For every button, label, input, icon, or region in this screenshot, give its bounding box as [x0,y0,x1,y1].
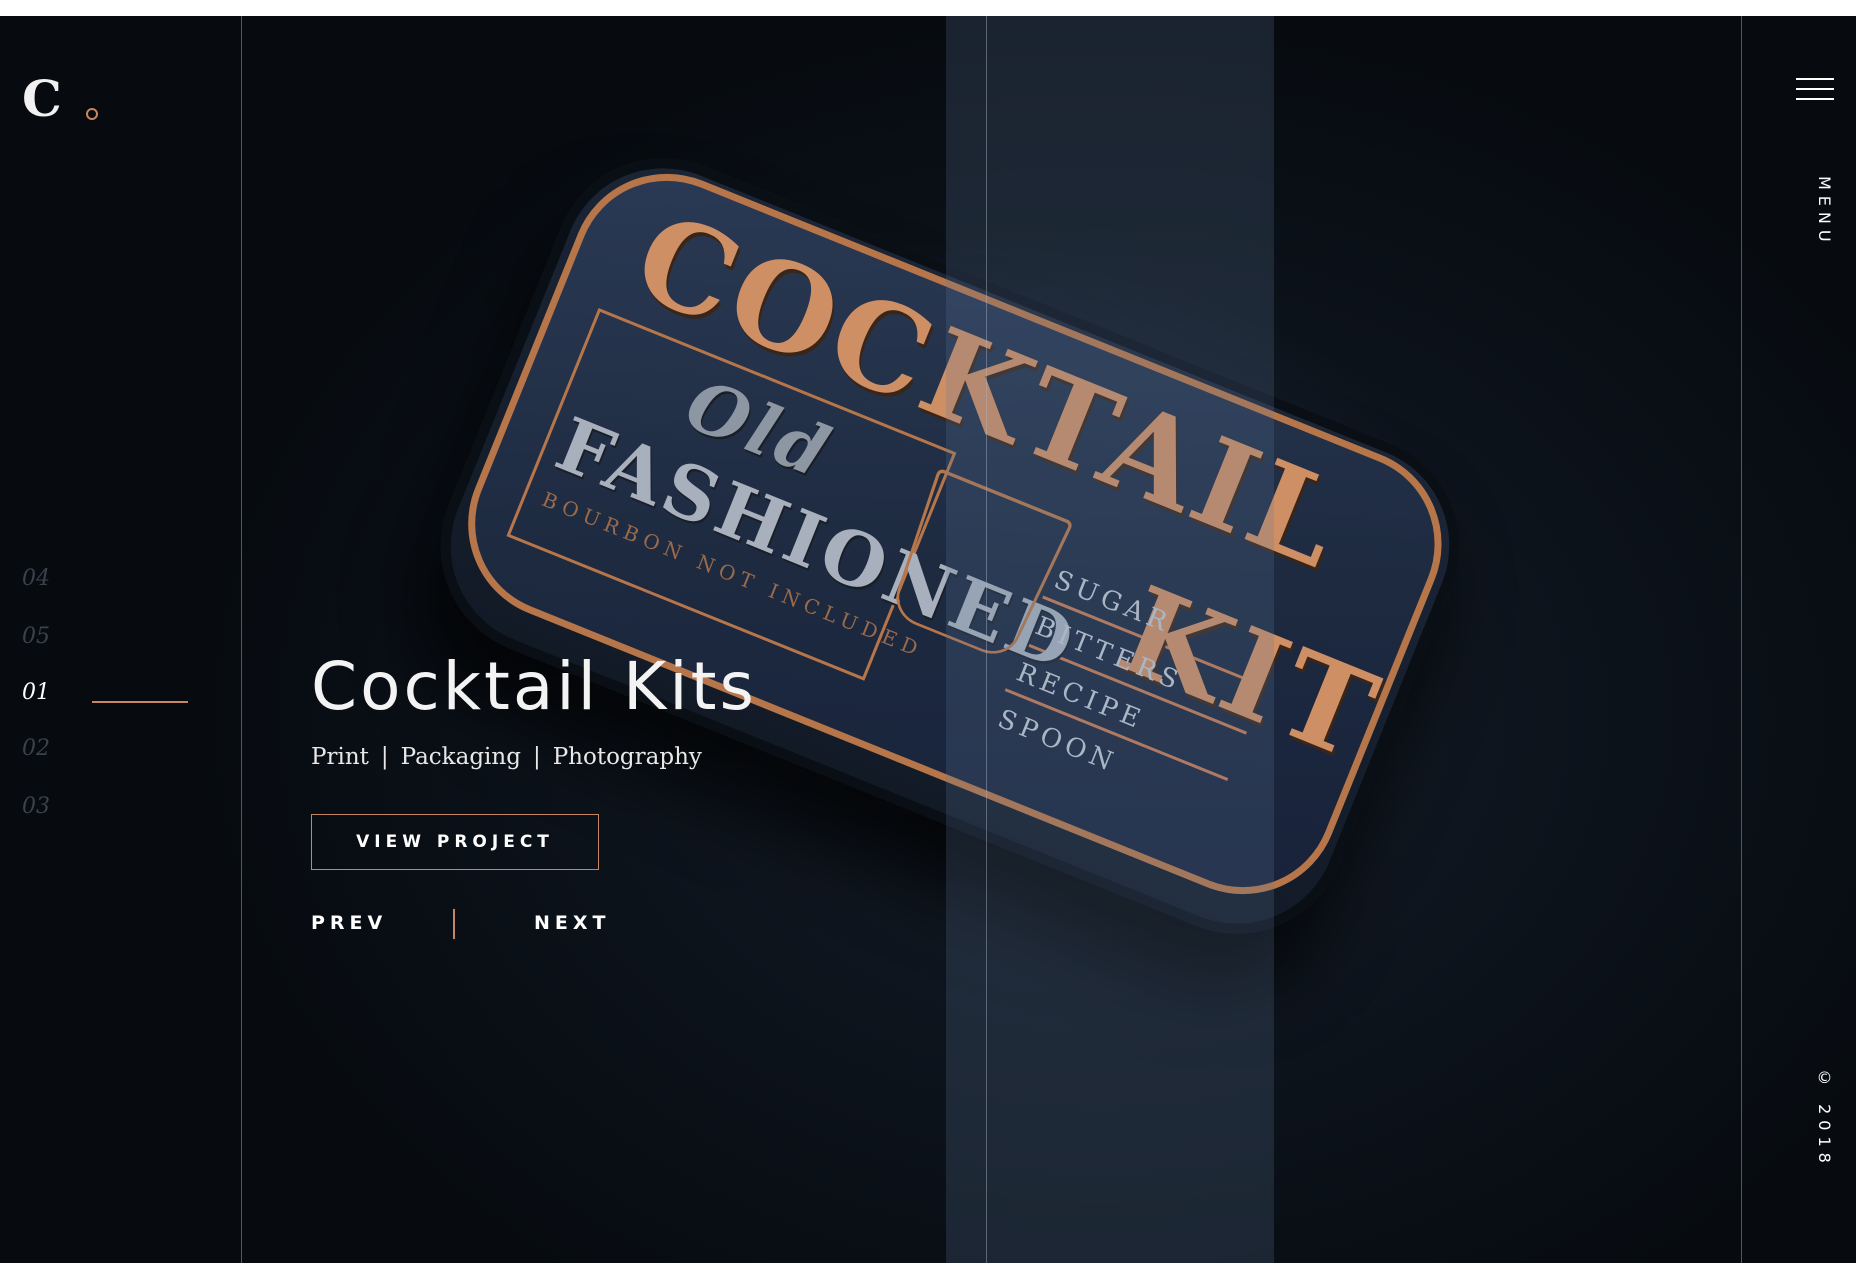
prev-next-divider [453,909,455,939]
logo-dot-icon [86,108,98,120]
prev-button[interactable]: PREV [311,912,387,934]
menu-label[interactable]: MENU [1815,176,1834,248]
hero-stage: COCKTAIL KIT Old FASHIONED BOURBON NOT I… [0,16,1856,1263]
slide-number-04[interactable]: 04 [22,566,50,591]
logo[interactable]: C [22,74,108,124]
tag-photography: Photography [552,744,702,770]
grid-line [241,16,242,1263]
tag-print: Print [311,744,369,770]
grid-line [986,16,987,1263]
hamburger-line [1796,78,1834,80]
active-slide-indicator [92,701,188,703]
slide-number-05[interactable]: 05 [22,624,50,649]
next-button[interactable]: NEXT [534,912,611,934]
tag-separator: | [380,744,389,770]
slide-number-03[interactable]: 03 [22,794,50,819]
highlight-band [946,16,1274,1263]
slide-number-02[interactable]: 02 [22,736,50,761]
view-project-button[interactable]: VIEW PROJECT [311,814,599,870]
hamburger-menu-icon[interactable] [1796,78,1834,106]
hamburger-line [1796,98,1834,100]
logo-mark: C [22,69,62,128]
copyright-text: © 2018 [1815,1068,1834,1169]
slide-number-01-active[interactable]: 01 [22,680,50,705]
hamburger-line [1796,88,1834,90]
tag-packaging: Packaging [400,744,521,770]
project-tags: Print | Packaging | Photography [311,744,702,770]
tag-separator: | [532,744,541,770]
grid-line [1741,16,1742,1263]
project-title: Cocktail Kits [311,648,757,725]
